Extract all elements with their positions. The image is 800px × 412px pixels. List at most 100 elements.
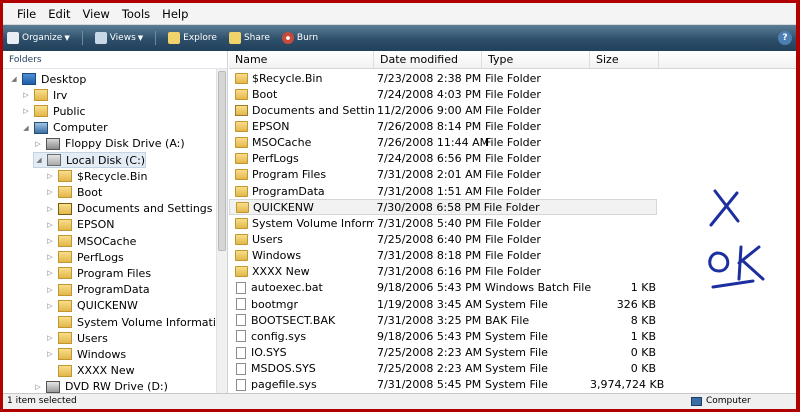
file-type: System File bbox=[485, 346, 548, 360]
file-row[interactable]: $Recycle.Bin 7/23/2008 2:38 PM File Folder bbox=[229, 70, 659, 86]
collapse-arrow-icon[interactable]: ◢ bbox=[21, 124, 31, 132]
expand-arrow-icon[interactable]: ▷ bbox=[45, 269, 55, 277]
tree-item[interactable]: ◢ Computer bbox=[21, 120, 107, 136]
file-date: 7/25/2008 6:40 PM bbox=[377, 233, 482, 246]
tree-item[interactable]: ▷ QUICKENW bbox=[45, 298, 138, 314]
expand-arrow-icon[interactable]: ▷ bbox=[45, 172, 55, 180]
expand-arrow-icon[interactable]: ▷ bbox=[45, 221, 55, 229]
folders-header[interactable]: Folders bbox=[3, 51, 227, 69]
file-row[interactable]: QUICKENW 7/30/2008 6:58 PM File Folder bbox=[229, 199, 657, 216]
tree-item[interactable]: ▷ Documents and Settings bbox=[45, 201, 213, 217]
file-row[interactable]: ProgramData 7/31/2008 1:51 AM File Folder bbox=[229, 183, 659, 199]
explore-button[interactable]: Explore bbox=[168, 32, 217, 44]
file-row[interactable]: EPSON 7/26/2008 8:14 PM File Folder bbox=[229, 118, 659, 134]
file-row[interactable]: bootmgr 1/19/2008 3:45 AM System File 326 K… bbox=[229, 296, 659, 312]
file-row[interactable]: Windows 7/31/2008 8:18 PM File Folder bbox=[229, 248, 659, 264]
collapse-arrow-icon[interactable]: ◢ bbox=[34, 156, 44, 164]
nav-scrollbar[interactable] bbox=[216, 69, 227, 393]
file-type: File Folder bbox=[485, 233, 541, 246]
expand-arrow-icon[interactable]: ▷ bbox=[45, 286, 55, 294]
column-header-name[interactable]: Name bbox=[229, 51, 374, 69]
column-header-date[interactable]: Date modified bbox=[374, 51, 482, 69]
file-date: 7/24/2008 4:03 PM bbox=[377, 87, 482, 101]
tree-item[interactable]: ▷ Floppy Disk Drive (A:) bbox=[33, 136, 185, 152]
command-bar: Organize ▼ Views ▼ Explore Share Burn ? bbox=[3, 25, 796, 51]
nav-scrollbar-thumb[interactable] bbox=[218, 71, 226, 251]
expand-arrow-icon[interactable]: ▷ bbox=[21, 91, 31, 99]
column-header-size[interactable]: Size bbox=[590, 51, 659, 69]
file-row[interactable]: Users 7/25/2008 6:40 PM File Folder bbox=[229, 232, 659, 248]
tree-item[interactable]: ▷ Boot bbox=[45, 184, 102, 200]
expand-arrow-icon[interactable]: ▷ bbox=[33, 140, 43, 148]
expand-arrow-icon[interactable]: ▷ bbox=[45, 253, 55, 261]
tree-item[interactable]: ▷ DVD RW Drive (D:) bbox=[33, 379, 168, 393]
column-header-type[interactable]: Type bbox=[482, 51, 590, 69]
expand-arrow-icon[interactable]: ▷ bbox=[45, 334, 55, 342]
tree-item[interactable]: ▷ PerfLogs bbox=[45, 249, 124, 265]
tree-item[interactable]: ◢ Desktop bbox=[9, 71, 86, 87]
expand-arrow-icon[interactable]: ▷ bbox=[45, 237, 55, 245]
file-type: File Folder bbox=[485, 184, 541, 198]
tree-item[interactable]: ▷ MSOCache bbox=[45, 233, 136, 249]
expand-arrow-icon[interactable]: ▷ bbox=[45, 350, 55, 358]
tree-item[interactable]: XXXX New bbox=[45, 363, 135, 379]
menu-view[interactable]: View bbox=[77, 3, 116, 25]
share-button[interactable]: Share bbox=[228, 32, 270, 44]
file-row[interactable]: System Volume Informati...7/31/2008 5:40… bbox=[229, 215, 659, 231]
folder-icon bbox=[235, 88, 248, 100]
tree-item-label: Floppy Disk Drive (A:) bbox=[65, 137, 185, 151]
folder-icon bbox=[235, 217, 248, 229]
expand-arrow-icon[interactable]: ▷ bbox=[33, 383, 43, 391]
tree-item[interactable]: ▷ Windows bbox=[45, 346, 126, 362]
folder-icon bbox=[58, 348, 72, 361]
menu-file[interactable]: File bbox=[11, 3, 42, 25]
expand-arrow-icon[interactable]: ▷ bbox=[21, 107, 31, 115]
file-row[interactable]: config.sys 9/18/2006 5:43 PM System File 1 … bbox=[229, 328, 659, 344]
file-row[interactable]: Boot 7/24/2008 4:03 PM File Folder bbox=[229, 86, 659, 102]
folder-icon bbox=[235, 137, 248, 149]
views-button[interactable]: Views ▼ bbox=[94, 32, 143, 44]
organize-label: Organize bbox=[22, 33, 63, 43]
tree-item[interactable]: ▷ ProgramData bbox=[45, 282, 149, 298]
file-row[interactable]: pagefile.sys 7/31/2008 5:45 PM System File… bbox=[229, 377, 664, 393]
menu-help[interactable]: Help bbox=[156, 3, 194, 25]
file-name: QUICKENW bbox=[253, 200, 314, 214]
tree-item-label: Documents and Settings bbox=[77, 202, 213, 216]
collapse-arrow-icon[interactable]: ◢ bbox=[9, 75, 19, 83]
menu-tools[interactable]: Tools bbox=[116, 3, 156, 25]
tree-item[interactable]: ▷ Users bbox=[45, 330, 108, 346]
file-name: PerfLogs bbox=[252, 152, 299, 166]
file-row[interactable]: BOOTSECT.BAK 7/31/2008 3:25 PM BAK File 8 K… bbox=[229, 312, 659, 328]
burn-button[interactable]: Burn bbox=[281, 32, 318, 44]
file-row[interactable]: Program Files 7/31/2008 2:01 AM File Folde… bbox=[229, 167, 659, 183]
file-row[interactable]: MSDOS.SYS 7/25/2008 2:23 AM System File 0 K… bbox=[229, 361, 659, 377]
tree-item[interactable]: ▷ Irv bbox=[21, 87, 67, 103]
tree-item[interactable]: ▷ EPSON bbox=[45, 217, 114, 233]
file-row[interactable]: autoexec.bat 9/18/2006 5:43 PM Windows Bat… bbox=[229, 280, 659, 296]
navigation-pane: Folders ◢ Desktop ▷ Irv ▷ Public ◢ Computer ▷ Flo… bbox=[3, 51, 228, 393]
file-date: 7/30/2008 6:58 PM bbox=[376, 200, 481, 214]
file-name-cell: PerfLogs bbox=[229, 152, 374, 165]
tree-item-label: Desktop bbox=[41, 72, 87, 86]
expand-arrow-icon[interactable]: ▷ bbox=[45, 205, 55, 213]
tree-item-label: Boot bbox=[77, 185, 103, 199]
file-size: 1 KB bbox=[630, 281, 656, 295]
menu-edit[interactable]: Edit bbox=[42, 3, 76, 25]
tree-item[interactable]: ▷ Public bbox=[21, 103, 85, 119]
folder-icon bbox=[235, 234, 248, 245]
file-name-cell: autoexec.bat bbox=[229, 281, 374, 294]
organize-button[interactable]: Organize ▼ bbox=[7, 32, 70, 44]
tree-item[interactable]: System Volume Information bbox=[45, 314, 227, 330]
file-row[interactable]: XXXX New 7/31/2008 6:16 PM File Folder bbox=[229, 264, 659, 280]
expand-arrow-icon[interactable]: ▷ bbox=[45, 302, 55, 310]
file-row[interactable]: IO.SYS 7/25/2008 2:23 AM System File 0 KB bbox=[229, 345, 659, 361]
file-row[interactable]: MSOCache 7/26/2008 11:44 AM File Folder bbox=[229, 135, 659, 151]
file-row[interactable]: PerfLogs 7/24/2008 6:56 PM File Folder bbox=[229, 151, 659, 167]
help-icon[interactable]: ? bbox=[778, 31, 792, 45]
file-type: System File bbox=[485, 297, 548, 311]
tree-item[interactable]: ▷ Program Files bbox=[45, 265, 151, 281]
tree-item[interactable]: ◢ Local Disk (C:) bbox=[33, 152, 147, 168]
tree-item[interactable]: ▷ $Recycle.Bin bbox=[45, 168, 147, 184]
file-row[interactable]: Documents and Settings 11/2/2006 9:00 AM F… bbox=[229, 102, 659, 118]
expand-arrow-icon[interactable]: ▷ bbox=[45, 188, 55, 196]
